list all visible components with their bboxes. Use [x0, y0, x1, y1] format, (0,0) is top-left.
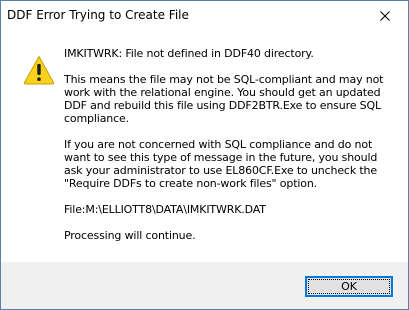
dialog-window: DDF Error Trying to Create File IMKITWRK… — [0, 0, 409, 310]
message-line: DDF and rebuild this file using DDF2BTR.… — [64, 99, 381, 112]
close-button[interactable] — [363, 1, 408, 31]
message-line: "Require DDFs to create non-work files" … — [64, 177, 318, 190]
file-path: File:M:\ELLIOTT8\DATA\IMKITWRK.DAT — [64, 203, 398, 216]
message-line: compliance. — [64, 112, 129, 125]
message-line: work with the relational engine. You sho… — [64, 86, 381, 99]
processing-note: Processing will continue. — [64, 229, 398, 242]
message-text: IMKITWRK: File not defined in DDF40 dire… — [64, 47, 398, 242]
ok-button[interactable]: OK — [305, 276, 393, 297]
processing-note-text: Processing will continue. — [64, 229, 196, 242]
message-heading-line: IMKITWRK: File not defined in DDF40 dire… — [64, 47, 314, 60]
warning-icon — [23, 56, 55, 85]
message-line: If you are not concerned with SQL compli… — [64, 138, 373, 151]
window-title: DDF Error Trying to Create File — [7, 8, 189, 22]
message-line: This means the file may not be SQL-compl… — [64, 73, 384, 86]
close-icon — [380, 11, 390, 21]
title-bar[interactable]: DDF Error Trying to Create File — [1, 1, 408, 31]
message-area: IMKITWRK: File not defined in DDF40 dire… — [1, 31, 408, 262]
button-bar: OK — [1, 262, 408, 309]
focus-rectangle — [308, 279, 390, 294]
message-line: want to see this type of message in the … — [64, 151, 378, 164]
message-heading: IMKITWRK: File not defined in DDF40 dire… — [64, 47, 398, 60]
message-line: ask your administrator to use EL860CF.Ex… — [64, 164, 378, 177]
file-path-text: File:M:\ELLIOTT8\DATA\IMKITWRK.DAT — [64, 203, 266, 216]
message-paragraph-disable-option: If you are not concerned with SQL compli… — [64, 138, 398, 190]
message-paragraph-sql-compliance: This means the file may not be SQL-compl… — [64, 73, 398, 125]
